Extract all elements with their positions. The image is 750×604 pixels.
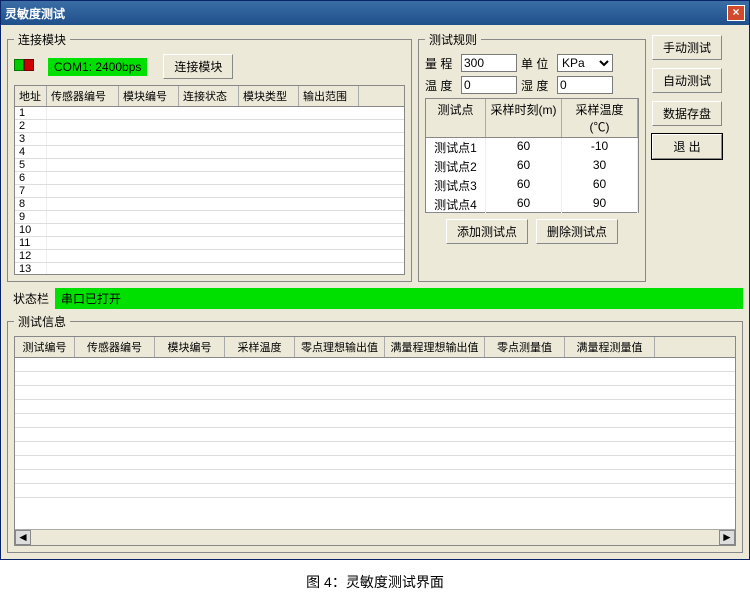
column-header[interactable]: 采样温度: [225, 337, 295, 357]
com-port-badge: COM1: 2400bps: [48, 58, 147, 76]
testpoint-grid[interactable]: 测试点采样时刻(m)采样温度(℃) 测试点160-10测试点26030测试点36…: [425, 98, 639, 213]
column-header[interactable]: 传感器编号: [75, 337, 155, 357]
test-info-body[interactable]: [15, 358, 735, 529]
auto-test-button[interactable]: 自动测试: [652, 68, 722, 93]
connection-legend: 连接模块: [14, 31, 70, 48]
status-bar: 串口已打开: [55, 288, 743, 309]
column-header[interactable]: 满量程测量值: [565, 337, 655, 357]
table-row[interactable]: 2: [15, 120, 404, 133]
column-header[interactable]: 模块编号: [155, 337, 225, 357]
table-row[interactable]: 测试点26030: [426, 157, 638, 176]
column-header[interactable]: 输出范围: [299, 86, 359, 106]
table-row[interactable]: [15, 470, 735, 484]
table-row[interactable]: 7: [15, 185, 404, 198]
temp-label: 温 度: [425, 77, 457, 94]
column-header[interactable]: 测试编号: [15, 337, 75, 357]
table-row[interactable]: 9: [15, 211, 404, 224]
delete-testpoint-button[interactable]: 删除测试点: [536, 219, 618, 244]
horizontal-scrollbar[interactable]: ◄ ►: [15, 529, 735, 545]
figure-caption: 图 4：灵敏度测试界面: [0, 560, 750, 604]
table-row[interactable]: 5: [15, 159, 404, 172]
table-row[interactable]: 4: [15, 146, 404, 159]
range-label: 量 程: [425, 55, 457, 72]
status-label: 状态栏: [7, 288, 55, 309]
column-header[interactable]: 满量程理想输出值: [385, 337, 485, 357]
table-row[interactable]: 11: [15, 237, 404, 250]
column-header[interactable]: 连接状态: [179, 86, 239, 106]
table-row[interactable]: 测试点36060: [426, 176, 638, 195]
test-info-grid[interactable]: 测试编号传感器编号模块编号采样温度零点理想输出值满量程理想输出值零点测量值满量程…: [14, 336, 736, 546]
column-header[interactable]: 测试点: [426, 99, 486, 137]
status-row: 状态栏 串口已打开: [7, 288, 743, 309]
table-row[interactable]: 8: [15, 198, 404, 211]
table-row[interactable]: 1: [15, 107, 404, 120]
close-icon[interactable]: ×: [727, 5, 745, 21]
test-info-group: 测试信息 测试编号传感器编号模块编号采样温度零点理想输出值满量程理想输出值零点测…: [7, 313, 743, 553]
window-frame: 灵敏度测试 × 连接模块 COM1: 2400bps 连接模块 地址传感器编号模…: [0, 0, 750, 560]
column-header[interactable]: 采样温度(℃): [562, 99, 638, 137]
connect-button[interactable]: 连接模块: [163, 54, 233, 79]
connection-group: 连接模块 COM1: 2400bps 连接模块 地址传感器编号模块编号连接状态模…: [7, 31, 412, 282]
humidity-label: 湿 度: [521, 77, 553, 94]
module-grid-body[interactable]: 1234567891011121314: [15, 107, 404, 275]
table-row[interactable]: [15, 442, 735, 456]
save-data-button[interactable]: 数据存盘: [652, 101, 722, 126]
range-input[interactable]: [461, 54, 517, 72]
table-row[interactable]: [15, 358, 735, 372]
table-row[interactable]: 测试点46090: [426, 195, 638, 214]
exit-button[interactable]: 退 出: [652, 134, 722, 159]
table-row[interactable]: 测试点160-10: [426, 138, 638, 157]
table-row[interactable]: 6: [15, 172, 404, 185]
table-row[interactable]: [15, 372, 735, 386]
column-header[interactable]: 采样时刻(m): [486, 99, 562, 137]
table-row[interactable]: [15, 414, 735, 428]
side-buttons: 手动测试 自动测试 数据存盘 退 出: [652, 31, 722, 282]
unit-select[interactable]: KPa: [557, 54, 613, 72]
module-grid[interactable]: 地址传感器编号模块编号连接状态模块类型输出范围 1234567891011121…: [14, 85, 405, 275]
test-info-legend: 测试信息: [14, 313, 70, 330]
table-row[interactable]: 12: [15, 250, 404, 263]
table-row[interactable]: [15, 400, 735, 414]
table-row[interactable]: [15, 456, 735, 470]
manual-test-button[interactable]: 手动测试: [652, 35, 722, 60]
table-row[interactable]: 10: [15, 224, 404, 237]
port-status-icon: [14, 59, 34, 74]
table-row[interactable]: 13: [15, 263, 404, 275]
table-row[interactable]: [15, 484, 735, 498]
title-bar: 灵敏度测试 ×: [1, 1, 749, 25]
column-header[interactable]: 模块类型: [239, 86, 299, 106]
rules-legend: 测试规则: [425, 31, 481, 48]
unit-label: 单 位: [521, 55, 553, 72]
scroll-right-icon[interactable]: ►: [719, 530, 735, 545]
humidity-input[interactable]: [557, 76, 613, 94]
scroll-left-icon[interactable]: ◄: [15, 530, 31, 545]
add-testpoint-button[interactable]: 添加测试点: [446, 219, 528, 244]
column-header[interactable]: 模块编号: [119, 86, 179, 106]
rules-group: 测试规则 量 程 单 位 KPa 温 度 湿 度 测试点采样时刻(m)采样温度(…: [418, 31, 646, 282]
column-header[interactable]: 零点理想输出值: [295, 337, 385, 357]
temp-input[interactable]: [461, 76, 517, 94]
column-header[interactable]: 地址: [15, 86, 47, 106]
window-title: 灵敏度测试: [5, 5, 65, 22]
table-row[interactable]: [15, 386, 735, 400]
column-header[interactable]: 零点测量值: [485, 337, 565, 357]
table-row[interactable]: 3: [15, 133, 404, 146]
column-header[interactable]: 传感器编号: [47, 86, 119, 106]
table-row[interactable]: [15, 428, 735, 442]
